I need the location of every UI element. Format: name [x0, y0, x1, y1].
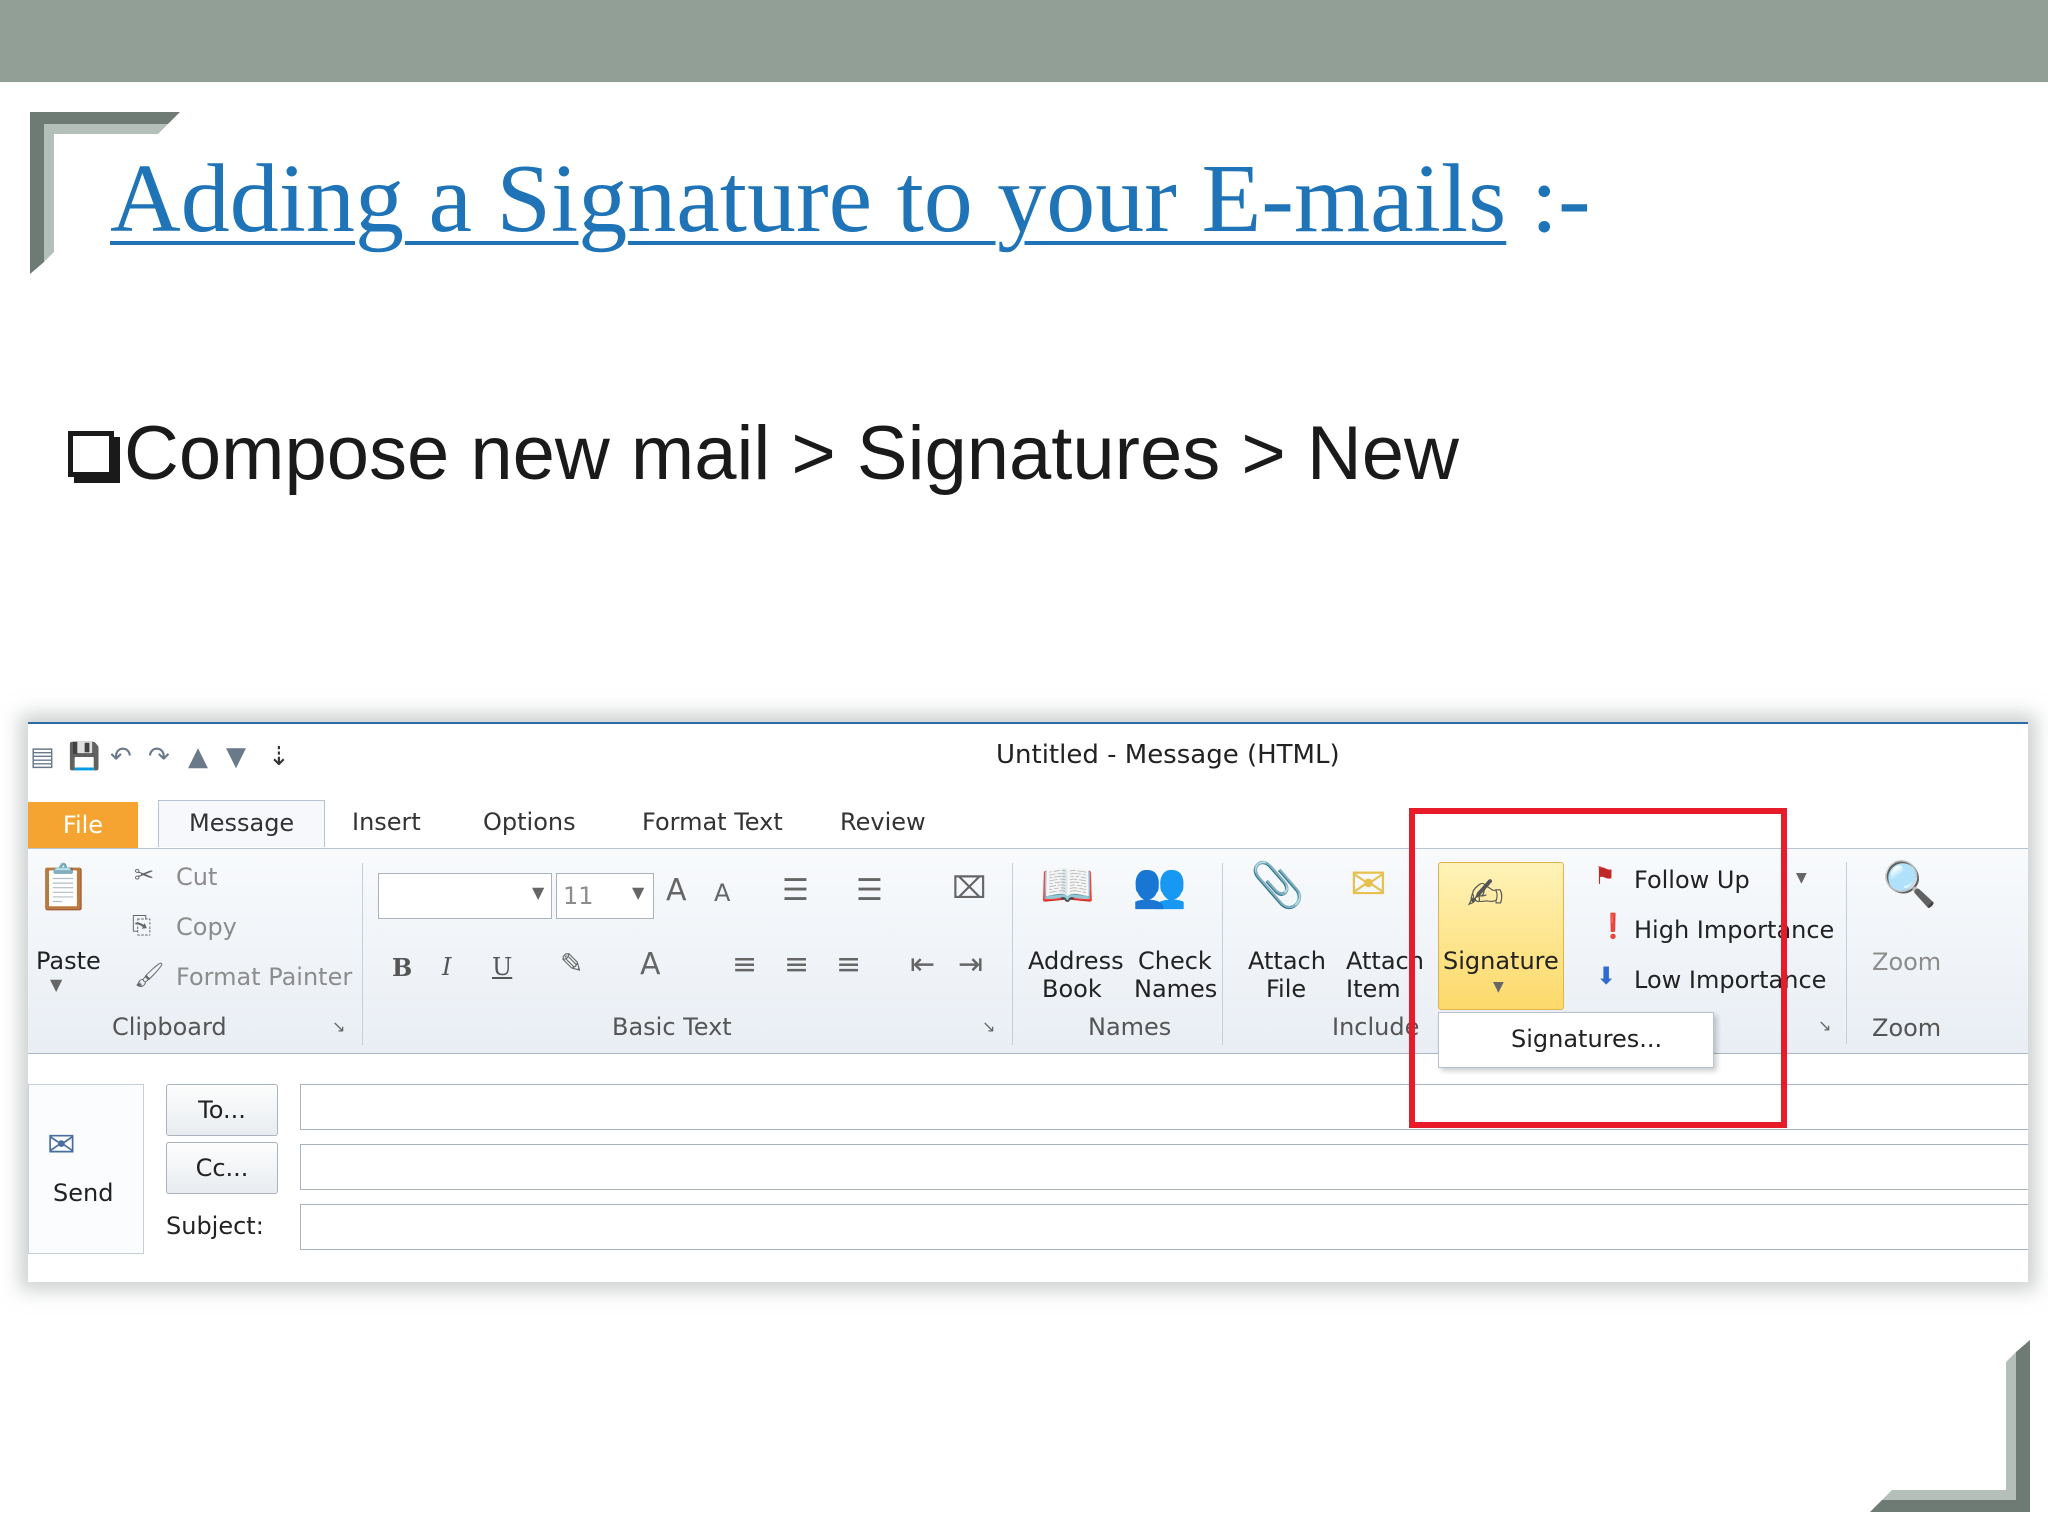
slide-top-bar — [0, 0, 2048, 82]
tab-format-text[interactable]: Format Text — [642, 808, 783, 836]
font-color-icon[interactable]: A — [640, 947, 661, 982]
attach-file-line1[interactable]: Attach — [1248, 947, 1326, 975]
paste-icon[interactable]: 📋 — [36, 861, 91, 913]
decrease-indent-icon[interactable]: ⇤ — [910, 947, 935, 982]
envelope-icon: ✉ — [1350, 859, 1387, 910]
attach-file-line2[interactable]: File — [1266, 975, 1306, 1003]
tab-options[interactable]: Options — [483, 808, 576, 836]
follow-up-dropdown-icon[interactable]: ▼ — [1796, 870, 1807, 886]
clipboard-launcher-icon[interactable]: ↘ — [332, 1017, 345, 1036]
cut-icon: ✂ — [134, 861, 155, 889]
next-item-icon[interactable]: ▼ — [226, 742, 246, 772]
cut-button[interactable]: Cut — [176, 863, 217, 891]
group-separator — [1846, 862, 1847, 1044]
names-group-label: Names — [1088, 1013, 1172, 1041]
align-right-icon[interactable]: ≡ — [836, 947, 861, 982]
copy-button[interactable]: Copy — [176, 913, 237, 941]
previous-item-icon[interactable]: ▲ — [188, 742, 208, 772]
align-center-icon[interactable]: ≡ — [784, 947, 809, 982]
undo-icon[interactable]: ↶ — [110, 742, 132, 772]
tab-file[interactable]: File — [28, 802, 138, 848]
bullet-point: Compose new mail > Signatures > New — [68, 410, 1459, 497]
redo-icon[interactable]: ↷ — [148, 742, 170, 772]
subject-label: Subject: — [166, 1212, 264, 1240]
include-group-label: Include — [1332, 1013, 1420, 1041]
check-names-line2[interactable]: Names — [1134, 975, 1217, 1003]
basic-text-group-label: Basic Text — [612, 1013, 732, 1041]
underline-button[interactable]: U — [492, 953, 512, 981]
address-book-icon: 📖 — [1040, 860, 1095, 911]
send-label: Send — [53, 1179, 114, 1207]
app-icon: ▤ — [30, 742, 55, 772]
send-envelope-icon: ✉ — [47, 1125, 76, 1165]
numbering-icon[interactable]: ☰ — [856, 873, 883, 908]
paste-button[interactable]: Paste — [36, 947, 101, 975]
window-title: Untitled - Message (HTML) — [996, 740, 1340, 770]
subject-field[interactable] — [300, 1204, 2028, 1250]
bullets-icon[interactable]: ☰ — [782, 873, 809, 908]
group-separator — [362, 863, 363, 1045]
increase-indent-icon[interactable]: ⇥ — [958, 947, 983, 982]
format-painter-button[interactable]: Format Painter — [176, 963, 352, 991]
checkbox-bullet-icon — [68, 430, 114, 477]
basic-text-launcher-icon[interactable]: ↘ — [982, 1017, 995, 1036]
shrink-font-icon[interactable]: A — [714, 879, 730, 907]
tab-message[interactable]: Message — [158, 800, 326, 847]
bullet-text: Compose new mail > Signatures > New — [124, 411, 1459, 496]
slide-title-link[interactable]: Adding a Signature to your E-mails — [110, 145, 1506, 253]
font-name-combo[interactable] — [378, 873, 552, 919]
address-book-line1[interactable]: Address — [1028, 947, 1124, 975]
font-name-dropdown-icon[interactable]: ▼ — [532, 883, 544, 902]
save-icon[interactable]: 💾 — [68, 742, 100, 772]
clipboard-group-label: Clipboard — [112, 1013, 227, 1041]
quick-access-toolbar: ▤ 💾 ↶ ↷ ▲ ▼ ⇣ Untitled - Message (HTML) — [28, 722, 2028, 786]
highlight-rectangle — [1409, 808, 1787, 1128]
paperclip-icon: 📎 — [1250, 860, 1305, 911]
font-size-value: 11 — [563, 882, 594, 910]
slide-title: Adding a Signature to your E-mails :- — [110, 150, 1591, 248]
zoom-magnifier-icon: 🔍 — [1882, 859, 1937, 910]
italic-button[interactable]: I — [442, 953, 451, 981]
cc-button[interactable]: Cc... — [166, 1142, 278, 1194]
highlight-icon[interactable]: ✎ — [560, 947, 583, 980]
check-names-icon: 👥 — [1132, 860, 1187, 911]
paste-dropdown-icon[interactable]: ▼ — [50, 975, 62, 994]
tab-review[interactable]: Review — [840, 808, 926, 836]
zoom-button[interactable]: Zoom — [1872, 948, 1941, 976]
grow-font-icon[interactable]: A — [666, 873, 687, 908]
cc-field[interactable] — [300, 1144, 2028, 1190]
group-separator — [1012, 863, 1013, 1045]
copy-icon: ⎘ — [132, 911, 152, 939]
tags-launcher-icon[interactable]: ↘ — [1818, 1016, 1831, 1035]
attach-item-line2[interactable]: Item — [1346, 975, 1401, 1003]
corner-bracket-bottom-right — [1870, 1340, 2030, 1512]
check-names-line1[interactable]: Check — [1138, 947, 1212, 975]
zoom-group-label: Zoom — [1872, 1014, 1942, 1042]
to-button[interactable]: To... — [166, 1084, 278, 1136]
slide-title-suffix: :- — [1530, 145, 1591, 253]
bold-button[interactable]: B — [392, 953, 412, 982]
font-size-dropdown-icon[interactable]: ▼ — [632, 883, 644, 902]
send-button[interactable]: ✉ Send — [28, 1084, 144, 1254]
address-book-line2[interactable]: Book — [1042, 975, 1102, 1003]
tab-insert[interactable]: Insert — [352, 808, 421, 836]
format-painter-icon: 🖌 — [134, 961, 165, 989]
group-separator — [1222, 863, 1223, 1045]
styles-icon[interactable]: ⌧ — [952, 871, 987, 906]
customize-qat-icon[interactable]: ⇣ — [268, 742, 290, 772]
align-left-icon[interactable]: ≡ — [732, 947, 757, 982]
